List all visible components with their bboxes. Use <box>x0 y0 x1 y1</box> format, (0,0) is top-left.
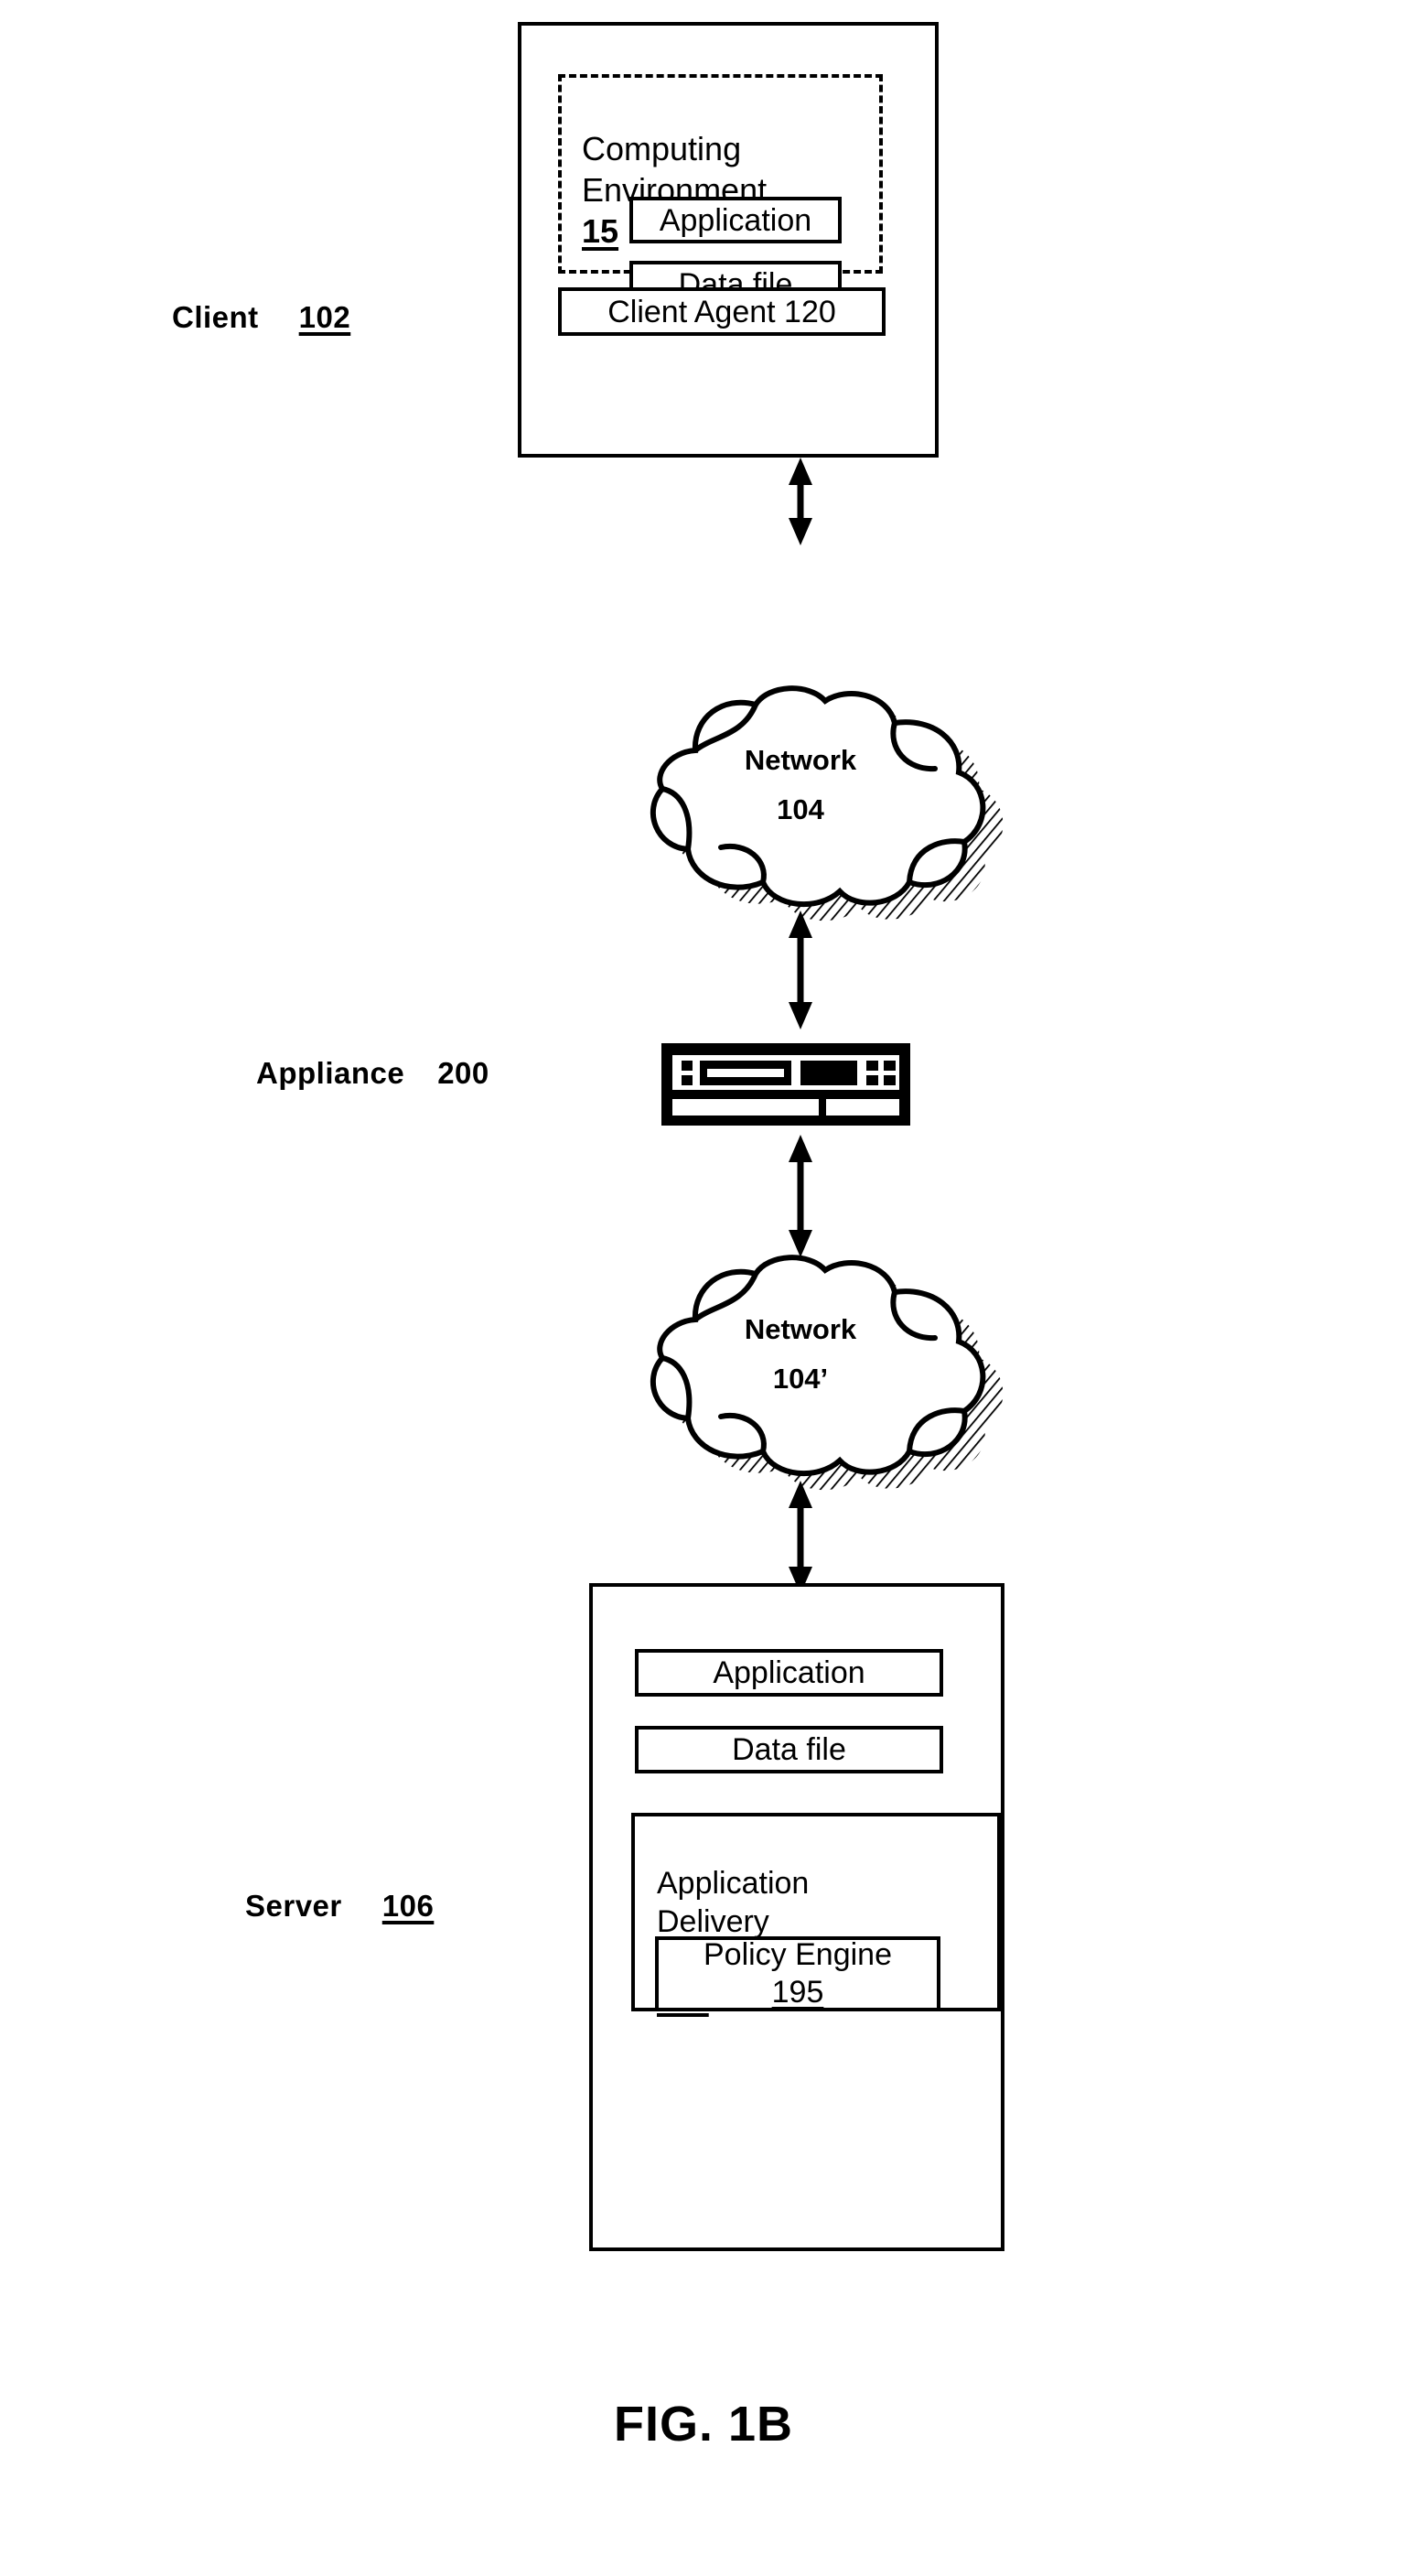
server-label: Server 106 <box>245 1889 434 1924</box>
client-label-text: Client <box>172 300 259 334</box>
network-104-prime-cloud: Network 104’ <box>585 1254 1015 1492</box>
client-box: Computing Environment 15 Application Dat… <box>518 22 939 458</box>
client-label: Client 102 <box>172 300 350 335</box>
policy-engine-box: Policy Engine 195 <box>655 1936 940 2011</box>
server-data-file-box: Data file <box>635 1726 943 1773</box>
policy-engine-reference-number: 195 <box>771 1975 824 2010</box>
figure-caption: FIG. 1B <box>613 2397 794 2452</box>
network-104-prime-number: 104’ <box>772 1363 829 1395</box>
arrow-appliance-to-network-104-prime <box>785 1135 816 1257</box>
arrow-network-104-prime-to-server <box>785 1481 816 1594</box>
client-agent-box: Client Agent 120 <box>558 287 886 336</box>
network-104-text: Network 104 <box>585 743 1015 827</box>
server-application-label: Application <box>713 1655 865 1690</box>
client-reference-number: 102 <box>298 300 351 334</box>
patent-figure-canvas: Client 102 Computing Environment 15 Appl… <box>0 0 1407 2576</box>
server-reference-number: 106 <box>381 1889 435 1923</box>
arrow-network-104-to-appliance <box>785 911 816 1029</box>
policy-engine-text: Policy Engine 195 <box>659 1936 937 2011</box>
arrow-client-to-network-104 <box>785 458 816 545</box>
appliance-reference-number: 200 <box>437 1056 489 1090</box>
network-appliance-icon <box>661 1043 910 1126</box>
network-104-prime-text: Network 104’ <box>585 1312 1015 1396</box>
client-agent-label: Client Agent 120 <box>607 294 836 329</box>
server-data-file-label: Data file <box>732 1732 846 1767</box>
network-104-name: Network <box>744 744 857 776</box>
network-104-prime-name: Network <box>744 1313 857 1345</box>
computing-environment-box: Computing Environment 15 Application Dat… <box>558 74 883 307</box>
network-104-cloud: Network 104 <box>585 684 1015 922</box>
server-application-box: Application <box>635 1649 943 1697</box>
network-104-number: 104 <box>777 793 824 825</box>
appliance-label: Appliance 200 <box>256 1056 489 1091</box>
server-label-text: Server <box>245 1889 342 1923</box>
client-application-box: Application <box>629 197 842 243</box>
client-application-label: Application <box>659 202 812 238</box>
policy-engine-title: Policy Engine <box>703 1937 892 1972</box>
server-box: Application Data file Application Delive… <box>589 1583 1004 2251</box>
appliance-label-text: Appliance <box>256 1056 405 1090</box>
application-delivery-system-box: Application Delivery System 190 Policy E… <box>631 1813 1001 2016</box>
computing-environment-reference-number: 15 <box>582 212 619 250</box>
